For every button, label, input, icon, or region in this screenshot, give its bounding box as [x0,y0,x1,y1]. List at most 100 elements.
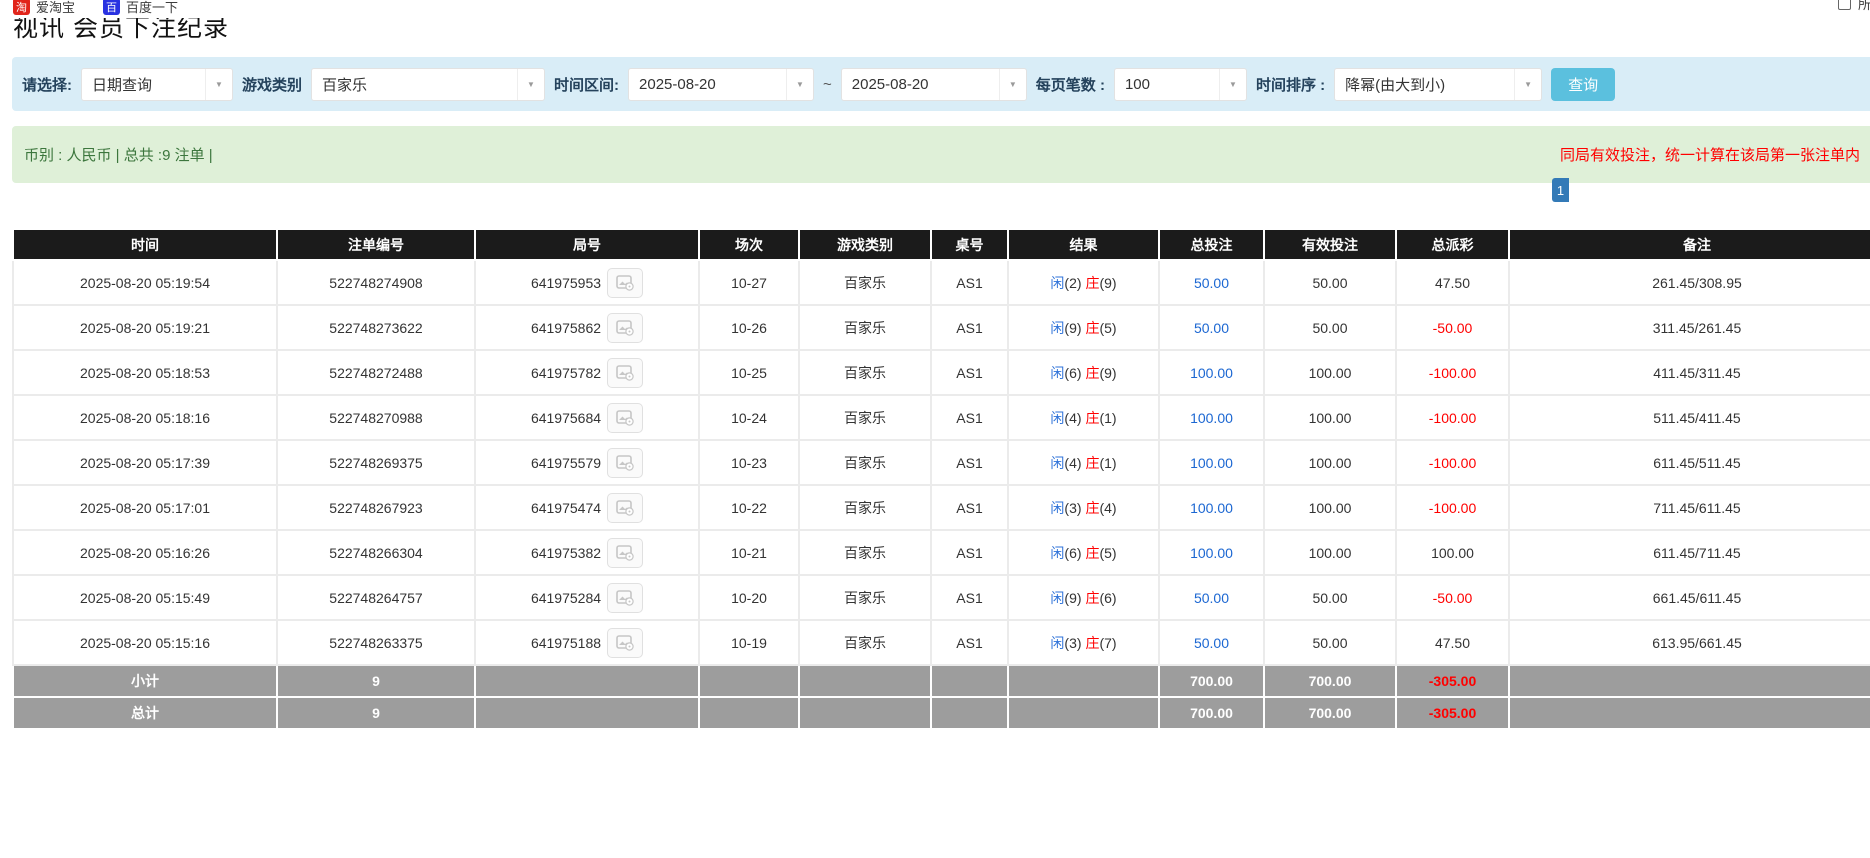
total-bet-link[interactable]: 100.00 [1190,410,1233,426]
replay-video-button[interactable] [607,313,643,343]
player-score: (9) [1064,320,1081,336]
replay-video-button[interactable] [607,268,643,298]
folder-icon [1838,0,1851,10]
total-bet-link[interactable]: 100.00 [1190,500,1233,516]
col-time: 时间 [13,229,277,260]
cell-note: 511.45/411.45 [1509,395,1870,440]
replay-video-button[interactable] [607,448,643,478]
cell-game: 百家乐 [799,620,931,665]
cell-session: 10-27 [699,260,799,305]
all-bookmarks[interactable]: 所有 [1838,0,1870,13]
total-bet-link[interactable]: 50.00 [1194,320,1229,336]
cell-result: 闲(9) 庄(5) [1008,305,1159,350]
player-score: (4) [1064,410,1081,426]
cell-time: 2025-08-20 05:15:49 [13,575,277,620]
banker-label: 庄 [1085,590,1099,606]
chevron-down-icon[interactable]: ▼ [205,69,232,100]
chevron-down-icon[interactable]: ▼ [1219,69,1246,100]
total-bet-link[interactable]: 50.00 [1194,590,1229,606]
cell-bet-id: 522748270988 [277,395,475,440]
page-size-label: 每页笔数 : [1036,74,1105,95]
cell-total-bet: 50.00 [1159,305,1264,350]
chevron-down-icon[interactable]: ▼ [786,69,813,100]
total-bet-link[interactable]: 100.00 [1190,455,1233,471]
total-label: 总计 [13,697,277,729]
table-row: 2025-08-20 05:15:16 522748263375 6419751… [13,620,1870,665]
cell-time: 2025-08-20 05:17:39 [13,440,277,485]
total-bet-link[interactable]: 50.00 [1194,635,1229,651]
replay-video-button[interactable] [607,493,643,523]
bookmark-label: 爱淘宝 [36,0,75,15]
date-tilde: ~ [823,76,832,93]
player-score: (6) [1064,365,1081,381]
cell-payout: 47.50 [1396,260,1509,305]
cell-round: 641975579 [475,440,699,485]
cell-table-no: AS1 [931,485,1008,530]
banker-score: (6) [1099,590,1116,606]
query-type-select[interactable]: 日期查询 ▼ [81,68,233,101]
cell-note: 261.45/308.95 [1509,260,1870,305]
player-score: (9) [1064,590,1081,606]
cell-payout: -50.00 [1396,305,1509,350]
round-number: 641975862 [531,320,601,336]
cell-round: 641975862 [475,305,699,350]
cell-note: 411.45/311.45 [1509,350,1870,395]
cell-note: 311.45/261.45 [1509,305,1870,350]
page-size-select[interactable]: 100 ▼ [1114,68,1247,101]
round-number: 641975953 [531,275,601,291]
video-file-icon [616,410,635,426]
game-category-label: 游戏类别 [242,74,302,95]
bookmark-aitaobao[interactable]: 淘 爱淘宝 [13,0,75,15]
total-bet-link[interactable]: 100.00 [1190,545,1233,561]
cell-table-no: AS1 [931,530,1008,575]
taobao-icon: 淘 [13,0,30,15]
replay-video-button[interactable] [607,628,643,658]
player-score: (2) [1064,275,1081,291]
cell-total-bet: 100.00 [1159,485,1264,530]
cell-valid-bet: 100.00 [1264,350,1396,395]
chevron-down-icon[interactable]: ▼ [999,69,1026,100]
bookmark-baidu[interactable]: 百 百度一下 [103,0,178,15]
cell-time: 2025-08-20 05:19:21 [13,305,277,350]
table-row: 2025-08-20 05:19:21 522748273622 6419758… [13,305,1870,350]
replay-video-button[interactable] [607,538,643,568]
total-bet-link[interactable]: 100.00 [1190,365,1233,381]
player-score: (6) [1064,545,1081,561]
banker-score: (7) [1099,635,1116,651]
page-title: 视讯 会员下注纪录 [13,18,1870,40]
cell-bet-id: 522748267923 [277,485,475,530]
date-to-input[interactable]: 2025-08-20 ▼ [841,68,1027,101]
chevron-down-icon[interactable]: ▼ [1514,69,1541,100]
cell-total-bet: 100.00 [1159,530,1264,575]
chevron-down-icon[interactable]: ▼ [517,69,544,100]
cell-total-bet: 100.00 [1159,350,1264,395]
replay-video-button[interactable] [607,583,643,613]
cell-table-no: AS1 [931,350,1008,395]
date-from-input[interactable]: 2025-08-20 ▼ [628,68,814,101]
sort-select[interactable]: 降幂(由大到小) ▼ [1334,68,1542,101]
game-category-value: 百家乐 [312,69,517,100]
currency-total-text: 币别 : 人民币 | 总共 :9 注单 | [24,144,213,165]
sort-label: 时间排序 : [1256,74,1325,95]
pagination-page-1[interactable]: 1 [1552,178,1569,202]
query-button[interactable]: 查询 [1551,68,1615,101]
subtotal-label: 小计 [13,665,277,697]
cell-session: 10-21 [699,530,799,575]
cell-time: 2025-08-20 05:16:26 [13,530,277,575]
bookmark-label: 百度一下 [126,0,178,15]
player-score: (4) [1064,455,1081,471]
replay-video-button[interactable] [607,358,643,388]
cell-payout: 47.50 [1396,620,1509,665]
total-bet-link[interactable]: 50.00 [1194,275,1229,291]
banker-score: (1) [1099,410,1116,426]
cell-note: 611.45/711.45 [1509,530,1870,575]
banker-score: (1) [1099,455,1116,471]
cell-time: 2025-08-20 05:18:53 [13,350,277,395]
cell-valid-bet: 50.00 [1264,620,1396,665]
replay-video-button[interactable] [607,403,643,433]
round-number: 641975474 [531,500,601,516]
banker-score: (5) [1099,545,1116,561]
cell-session: 10-23 [699,440,799,485]
subtotal-row: 小计 9 700.00 700.00 -305.00 [13,665,1870,697]
game-category-select[interactable]: 百家乐 ▼ [311,68,545,101]
